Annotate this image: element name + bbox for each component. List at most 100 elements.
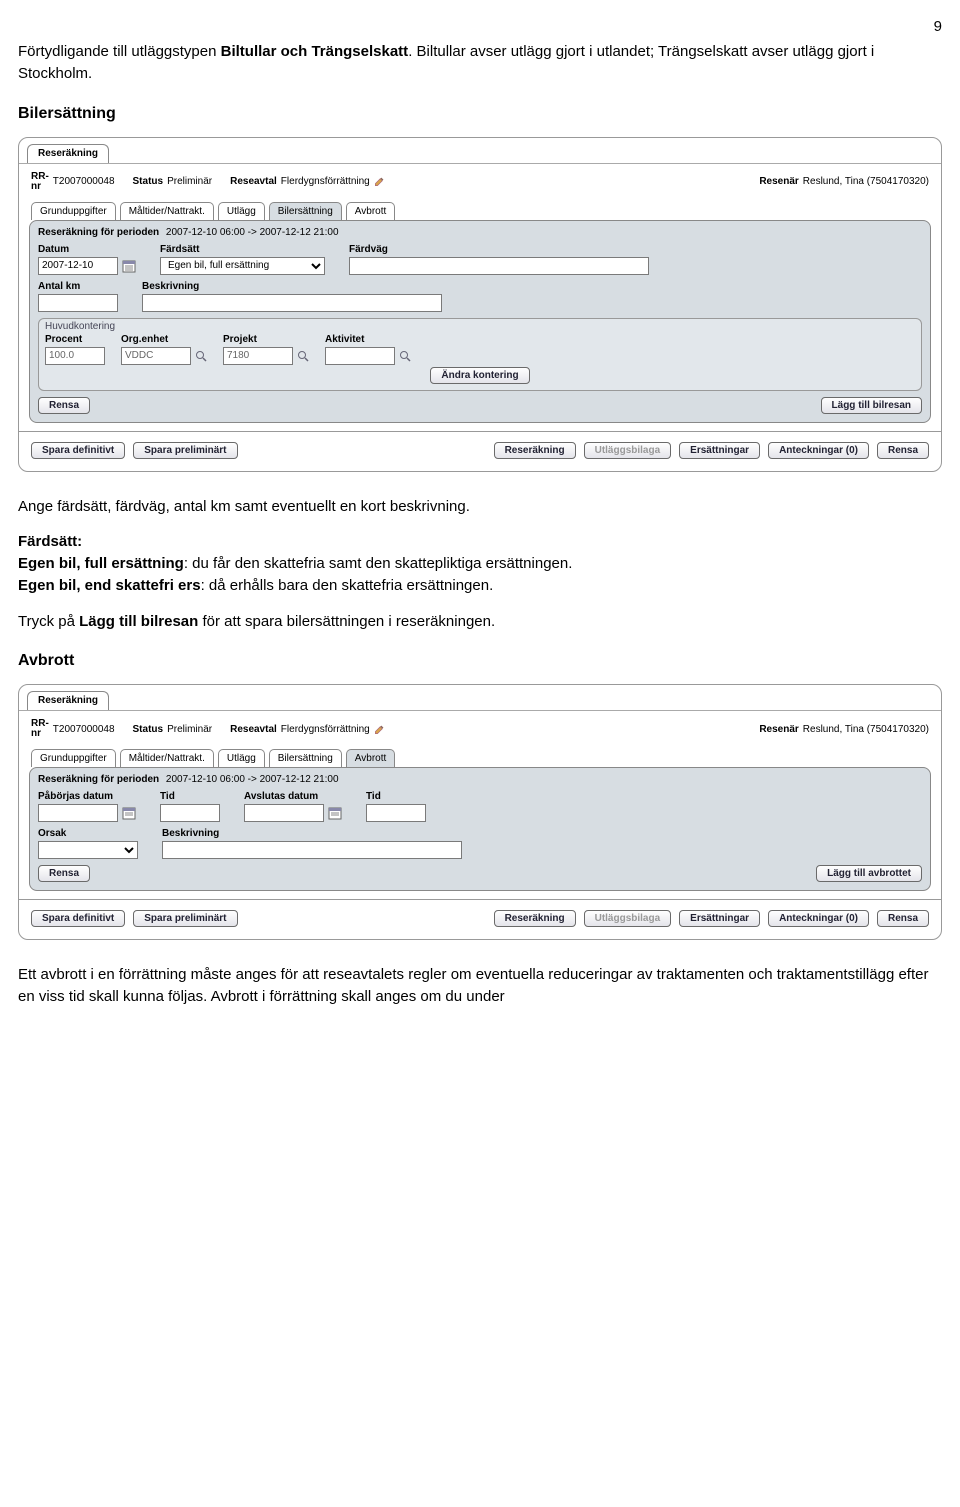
- intro-paragraph: Förtydligande till utläggstypen Biltulla…: [18, 41, 942, 85]
- sectionA-para3: Tryck på Lägg till bilresan för att spar…: [18, 611, 942, 633]
- tid2-label: Tid: [366, 791, 426, 802]
- subtab-maltider[interactable]: Måltider/Nattrakt.: [120, 749, 214, 767]
- subtab-avbrott[interactable]: Avbrott: [346, 202, 396, 220]
- rensa-button[interactable]: Rensa: [38, 865, 90, 882]
- tab-reserakning[interactable]: Reseräkning: [27, 691, 109, 710]
- rrnr-label: RR- nr: [31, 719, 49, 739]
- paborjas-datum-label: Påbörjas datum: [38, 791, 136, 802]
- resenar-label: Resenär: [759, 724, 798, 735]
- ersattningar-button[interactable]: Ersättningar: [679, 910, 760, 927]
- lagg-till-avbrottet-button[interactable]: Lägg till avbrottet: [816, 865, 922, 882]
- tid-input[interactable]: [160, 804, 220, 822]
- panel-avbrott: Reseräkning för perioden 2007-12-10 06:0…: [29, 767, 931, 891]
- edit-icon[interactable]: [374, 724, 385, 735]
- subtab-grunduppgifter[interactable]: Grunduppgifter: [31, 202, 116, 220]
- period-value: 2007-12-10 06:00 -> 2007-12-12 21:00: [166, 227, 339, 238]
- fardvag-label: Färdväg: [349, 244, 649, 255]
- fardvag-input[interactable]: [349, 257, 649, 275]
- aktivitet-label: Aktivitet: [325, 334, 411, 345]
- antalkm-input[interactable]: [38, 294, 118, 312]
- tab-reserakning[interactable]: Reseräkning: [27, 144, 109, 163]
- intro-bold: Biltullar och Trängselskatt: [221, 43, 409, 60]
- calendar-icon[interactable]: [328, 806, 342, 820]
- resenar-value: Reslund, Tina (7504170320): [803, 724, 929, 735]
- status-value: Preliminär: [167, 176, 212, 187]
- subtab-maltider[interactable]: Måltider/Nattrakt.: [120, 202, 214, 220]
- reseavtal-label: Reseavtal: [230, 724, 277, 735]
- sectionA-para1: Ange färdsätt, färdväg, antal km samt ev…: [18, 496, 942, 518]
- datum-input[interactable]: [38, 257, 118, 275]
- period-label: Reseräkning för perioden 2007-12-10 06:0…: [38, 774, 922, 785]
- orgenhet-input: [121, 347, 191, 365]
- orsak-label: Orsak: [38, 828, 138, 839]
- spara-definitivt-button[interactable]: Spara definitivt: [31, 910, 125, 927]
- sectionB-paragraph: Ett avbrott i en förrättning måste anges…: [18, 964, 942, 1008]
- spara-preliminart-button[interactable]: Spara preliminärt: [133, 442, 237, 459]
- spara-definitivt-button[interactable]: Spara definitivt: [31, 442, 125, 459]
- tid2-input[interactable]: [366, 804, 426, 822]
- status-label: Status: [133, 176, 164, 187]
- fardsatt-line2-rest: : då erhålls bara den skattefria ersättn…: [201, 577, 494, 594]
- search-icon[interactable]: [195, 350, 207, 362]
- screenshot-bilersattning: Reseräkning RR- nr T2007000048 Status Pr…: [18, 137, 942, 472]
- subtab-bilersattning[interactable]: Bilersättning: [269, 749, 342, 767]
- screenshot-avbrott: Reseräkning RR- nr T2007000048 Status Pr…: [18, 684, 942, 940]
- reserakning-button[interactable]: Reseräkning: [494, 910, 576, 927]
- orgenhet-label: Org.enhet: [121, 334, 207, 345]
- calendar-icon[interactable]: [122, 259, 136, 273]
- subtab-bilersattning[interactable]: Bilersättning: [269, 202, 342, 220]
- projekt-label: Projekt: [223, 334, 309, 345]
- intro-pre: Förtydligande till utläggstypen: [18, 43, 221, 60]
- period-label-text: Reseräkning för perioden: [38, 774, 159, 785]
- beskrivning-input[interactable]: [142, 294, 442, 312]
- huvudkontering-title: Huvudkontering: [45, 321, 915, 332]
- rrnr-label: RR- nr: [31, 172, 49, 192]
- andra-kontering-button[interactable]: Ändra kontering: [430, 367, 529, 384]
- beskrivning-label: Beskrivning: [142, 281, 442, 292]
- utlaggsbilaga-button: Utläggsbilaga: [584, 910, 672, 927]
- subtab-grunduppgifter[interactable]: Grunduppgifter: [31, 749, 116, 767]
- search-icon[interactable]: [399, 350, 411, 362]
- reserakning-button[interactable]: Reseräkning: [494, 442, 576, 459]
- sectionA-fardsatt-block: Färdsätt: Egen bil, full ersättning: du …: [18, 531, 942, 596]
- antalkm-label: Antal km: [38, 281, 118, 292]
- section-heading-bilersattning: Bilersättning: [18, 105, 942, 123]
- rensa-button[interactable]: Rensa: [38, 397, 90, 414]
- page-number: 9: [18, 18, 942, 35]
- resenar-label: Resenär: [759, 176, 798, 187]
- panel-bilersattning: Reseräkning för perioden 2007-12-10 06:0…: [29, 220, 931, 423]
- edit-icon[interactable]: /: [374, 176, 385, 187]
- spara-preliminart-button[interactable]: Spara preliminärt: [133, 910, 237, 927]
- aktivitet-input: [325, 347, 395, 365]
- fardsatt-line1-rest: : du får den skattefria samt den skattep…: [184, 555, 573, 572]
- anteckningar-button[interactable]: Anteckningar (0): [768, 442, 869, 459]
- fardsatt-select[interactable]: Egen bil, full ersättning: [160, 257, 325, 275]
- avslutas-datum-input[interactable]: [244, 804, 324, 822]
- lagg-till-bilresan-button[interactable]: Lägg till bilresan: [821, 397, 922, 414]
- beskrivning-input[interactable]: [162, 841, 462, 859]
- fardsatt-line1-bold: Egen bil, full ersättning: [18, 555, 184, 572]
- orsak-select[interactable]: [38, 841, 138, 859]
- search-icon[interactable]: [297, 350, 309, 362]
- period-label: Reseräkning för perioden 2007-12-10 06:0…: [38, 227, 922, 238]
- anteckningar-button[interactable]: Anteckningar (0): [768, 910, 869, 927]
- calendar-icon[interactable]: [122, 806, 136, 820]
- header-row: RR- nr T2007000048 Status Preliminär Res…: [19, 163, 941, 198]
- sectionA-para3-post: för att spara bilersättningen i reseräkn…: [198, 613, 495, 630]
- rensa-footer-button[interactable]: Rensa: [877, 442, 929, 459]
- rrnr-value: T2007000048: [53, 724, 115, 735]
- sectionA-para3-bold: Lägg till bilresan: [79, 613, 198, 630]
- rensa-footer-button[interactable]: Rensa: [877, 910, 929, 927]
- procent-input: [45, 347, 105, 365]
- ersattningar-button[interactable]: Ersättningar: [679, 442, 760, 459]
- paborjas-datum-input[interactable]: [38, 804, 118, 822]
- subtab-utlagg[interactable]: Utlägg: [218, 202, 265, 220]
- subtab-utlagg[interactable]: Utlägg: [218, 749, 265, 767]
- sectionA-para3-pre: Tryck på: [18, 613, 79, 630]
- subtab-avbrott[interactable]: Avbrott: [346, 749, 396, 767]
- period-label-text: Reseräkning för perioden: [38, 227, 159, 238]
- utlaggsbilaga-button: Utläggsbilaga: [584, 442, 672, 459]
- subtabs: Grunduppgifter Måltider/Nattrakt. Utlägg…: [19, 198, 941, 220]
- datum-label: Datum: [38, 244, 136, 255]
- reseavtal-label: Reseavtal: [230, 176, 277, 187]
